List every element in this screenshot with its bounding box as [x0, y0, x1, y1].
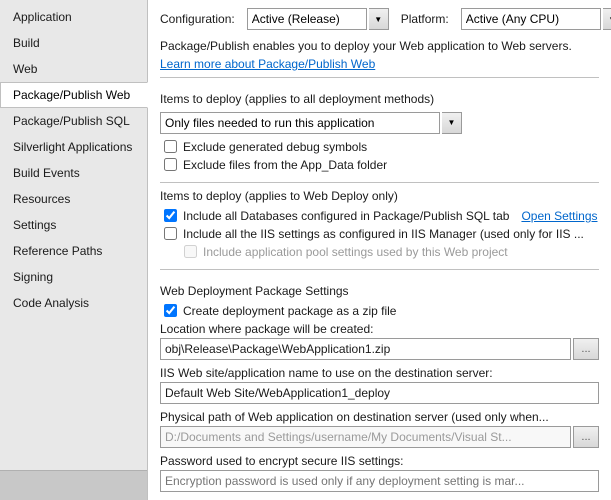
sidebar-item-settings[interactable]: Settings	[0, 212, 147, 238]
password-input-row	[160, 470, 599, 492]
physical-label: Physical path of Web application on dest…	[160, 410, 599, 424]
sidebar-item-application[interactable]: Application	[0, 4, 147, 30]
include-apppool-label: Include application pool settings used b…	[203, 245, 508, 259]
exclude-appdata-label: Exclude files from the App_Data folder	[183, 158, 387, 172]
sidebar-item-package-publish-sql[interactable]: Package/Publish SQL	[0, 108, 147, 134]
create-zip-checkbox[interactable]	[164, 304, 177, 317]
include-iis-label: Include all the IIS settings as configur…	[183, 227, 584, 241]
location-browse-btn[interactable]: ...	[573, 338, 599, 360]
section2-header: Items to deploy (applies to Web Deploy o…	[160, 189, 398, 203]
iis-input[interactable]	[160, 382, 599, 404]
exclude-appdata-checkbox[interactable]	[164, 158, 177, 171]
exclude-appdata-row: Exclude files from the App_Data folder	[160, 158, 599, 172]
include-databases-checkbox[interactable]	[164, 209, 177, 222]
exclude-debug-label: Exclude generated debug symbols	[183, 140, 367, 154]
location-input-row: ...	[160, 338, 599, 360]
physical-input-row: ...	[160, 426, 599, 448]
sidebar-item-code-analysis[interactable]: Code Analysis	[0, 290, 147, 316]
platform-dropdown-btn[interactable]: ▼	[603, 8, 611, 30]
sidebar-item-package-publish-web[interactable]: Package/Publish Web	[0, 82, 148, 108]
include-databases-label: Include all Databases configured in Pack…	[183, 209, 509, 223]
exclude-debug-row: Exclude generated debug symbols	[160, 140, 599, 154]
physical-browse-btn[interactable]: ...	[573, 426, 599, 448]
section3-header: Web Deployment Package Settings	[160, 284, 599, 298]
sidebar-item-web[interactable]: Web	[0, 56, 147, 82]
config-dropdown-container: Active (Release) Debug Release ▼	[247, 8, 389, 30]
divider-3	[160, 269, 599, 270]
top-bar: Configuration: Active (Release) Debug Re…	[160, 8, 599, 30]
password-label: Password used to encrypt secure IIS sett…	[160, 454, 599, 468]
sidebar-bottom	[0, 470, 147, 500]
section1-header: Items to deploy (applies to all deployme…	[160, 92, 599, 106]
include-databases-row: Include all Databases configured in Pack…	[160, 209, 599, 223]
sidebar-item-signing[interactable]: Signing	[0, 264, 147, 290]
platform-label: Platform:	[401, 12, 449, 26]
config-select[interactable]: Active (Release) Debug Release	[247, 8, 367, 30]
sidebar-item-build-events[interactable]: Build Events	[0, 160, 147, 186]
config-label: Configuration:	[160, 12, 235, 26]
exclude-debug-checkbox[interactable]	[164, 140, 177, 153]
iis-label: IIS Web site/application name to use on …	[160, 366, 599, 380]
deploy-option-dropdown-btn[interactable]: ▼	[442, 112, 462, 134]
open-settings-link[interactable]: Open Settings	[521, 209, 597, 223]
iis-row: IIS Web site/application name to use on …	[160, 366, 599, 404]
location-row: Location where package will be created: …	[160, 322, 599, 360]
create-zip-label: Create deployment package as a zip file	[183, 304, 396, 318]
config-dropdown-btn[interactable]: ▼	[369, 8, 389, 30]
main-content: Configuration: Active (Release) Debug Re…	[148, 0, 611, 500]
include-iis-checkbox[interactable]	[164, 227, 177, 240]
location-label: Location where package will be created:	[160, 322, 599, 336]
include-apppool-row: Include application pool settings used b…	[160, 245, 599, 259]
location-input[interactable]	[160, 338, 571, 360]
sidebar: Application Build Web Package/Publish We…	[0, 0, 148, 500]
section2-header-row: Items to deploy (applies to Web Deploy o…	[160, 189, 599, 209]
sidebar-item-resources[interactable]: Resources	[0, 186, 147, 212]
platform-dropdown-container: Active (Any CPU) Any CPU x86 ▼	[461, 8, 611, 30]
create-zip-row: Create deployment package as a zip file	[160, 304, 599, 318]
password-input[interactable]	[160, 470, 599, 492]
sidebar-item-silverlight[interactable]: Silverlight Applications	[0, 134, 147, 160]
platform-select[interactable]: Active (Any CPU) Any CPU x86	[461, 8, 601, 30]
deploy-option-select[interactable]: Only files needed to run this applicatio…	[160, 112, 440, 134]
description-text: Package/Publish enables you to deploy yo…	[160, 38, 599, 55]
sidebar-item-reference-paths[interactable]: Reference Paths	[0, 238, 147, 264]
password-row: Password used to encrypt secure IIS sett…	[160, 454, 599, 492]
physical-input[interactable]	[160, 426, 571, 448]
include-apppool-checkbox[interactable]	[184, 245, 197, 258]
physical-row: Physical path of Web application on dest…	[160, 410, 599, 448]
sidebar-item-build[interactable]: Build	[0, 30, 147, 56]
divider-2	[160, 182, 599, 183]
iis-input-row	[160, 382, 599, 404]
description-link[interactable]: Learn more about Package/Publish Web	[160, 57, 599, 71]
include-iis-row: Include all the IIS settings as configur…	[160, 227, 599, 241]
deploy-option-row: Only files needed to run this applicatio…	[160, 112, 599, 134]
divider-1	[160, 77, 599, 78]
